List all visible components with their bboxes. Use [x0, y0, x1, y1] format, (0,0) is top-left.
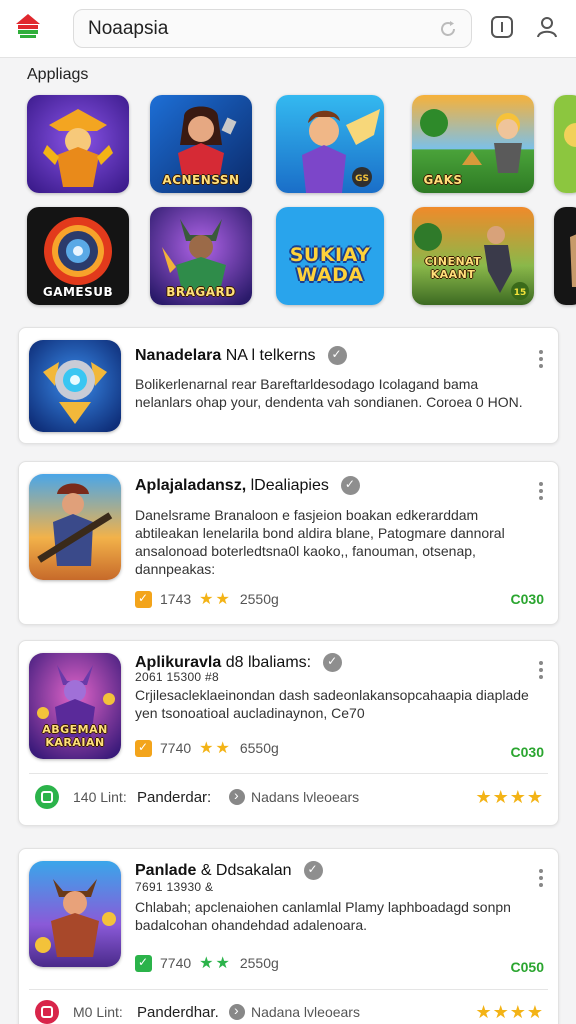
tile-label: BRAGARD: [166, 285, 236, 299]
search-bar[interactable]: Noaapsia: [73, 9, 472, 48]
game-tile[interactable]: SUKIAY WADA: [276, 207, 384, 305]
verified-icon: [340, 476, 360, 495]
info-icon[interactable]: [490, 15, 514, 39]
knight-hero-icon: [27, 95, 129, 193]
more-options-icon[interactable]: [538, 350, 544, 372]
game-tile[interactable]: ACNENSSN: [150, 95, 252, 193]
verified-icon: [323, 653, 343, 672]
title-row: Panlade & Ddsakalan: [135, 861, 323, 880]
app-description: Chlabah; apclenaiohen canlamlal Plamy la…: [135, 899, 511, 933]
game-tile[interactable]: 15 CINENAT KAANT: [412, 207, 534, 305]
meta-row: 7740 ★★ 2550g: [135, 953, 279, 973]
download-count: 7740: [160, 955, 192, 971]
partial-tile-icon: [554, 207, 576, 305]
more-options-icon[interactable]: [538, 869, 544, 891]
developer-name[interactable]: Panderdar:: [137, 789, 229, 806]
tile-badge: GS: [355, 174, 369, 184]
rifle-warrior-icon: [29, 474, 121, 580]
section-title: Appliags: [27, 66, 89, 83]
app-title[interactable]: Panlade & Ddsakalan: [135, 862, 292, 880]
game-tile[interactable]: GAMESUB: [27, 207, 129, 305]
developer-link-icon: [229, 1002, 245, 1020]
game-tile[interactable]: GAKS: [412, 95, 534, 193]
app-icon[interactable]: [29, 474, 121, 580]
tile-label: SUKIAY WADA: [289, 244, 371, 286]
title-row: Nanadelara NA l telkerns: [135, 346, 347, 365]
developer-badge-icon: [35, 1000, 59, 1024]
download-count: 1743: [160, 591, 192, 607]
developer-rating-stars: ★★★★: [475, 786, 544, 807]
game-tile[interactable]: [554, 95, 576, 193]
app-card[interactable]: ABGEMAN KARAIAN Aplikuravla d8 lbaliams:…: [18, 640, 559, 826]
game-tile[interactable]: BRAGARD: [150, 207, 252, 305]
app-subline: 7691 13930 &: [135, 880, 214, 894]
verified-icon: [303, 861, 323, 880]
divider: [29, 773, 548, 774]
title-row: Aplajaladansz, lDealiapies: [135, 476, 360, 495]
download-count: 7740: [160, 740, 192, 756]
developer-rating-stars: ★★★★: [475, 1001, 544, 1022]
rating-stars: ★★: [199, 955, 232, 972]
developer-label[interactable]: Nadana lvleoears: [251, 1004, 475, 1020]
app-description: Bolikerlenarnal rear Bareftarldesodago I…: [135, 376, 523, 410]
shield-eye-icon: [29, 340, 121, 432]
verified-icon: [327, 346, 347, 365]
refresh-icon[interactable]: [437, 18, 459, 40]
app-title[interactable]: Aplikuravla d8 lbaliams:: [135, 654, 311, 672]
app-title[interactable]: Nanadelara NA l telkerns: [135, 347, 316, 365]
developer-link-icon: [229, 787, 245, 805]
meta-row: 1743 ★★ 2550g: [135, 589, 279, 609]
divider: [29, 989, 548, 990]
app-size: 2550g: [239, 591, 279, 607]
app-size: 6550g: [239, 740, 279, 756]
price-label[interactable]: C030: [511, 591, 544, 607]
more-options-icon[interactable]: [538, 661, 544, 683]
developer-row[interactable]: 140 Lint: Panderdar: Nadans lvleoears ★★…: [35, 784, 544, 810]
app-card[interactable]: Nanadelara NA l telkerns Bolikerlenarnal…: [18, 327, 559, 444]
download-icon: [135, 739, 152, 757]
tile-label: GAMESUB: [42, 285, 114, 299]
viking-hero-icon: [29, 861, 121, 967]
developer-name[interactable]: Panderdhar.: [137, 1004, 229, 1021]
price-label[interactable]: C050: [511, 959, 544, 975]
app-size: 2550g: [239, 955, 279, 971]
app-card[interactable]: Aplajaladansz, lDealiapies Danelsrame Br…: [18, 461, 559, 625]
developer-count: 140 Lint:: [73, 789, 127, 805]
app-subline: 2061 15300 #8: [135, 670, 219, 684]
rating-stars: ★★: [199, 740, 232, 757]
partial-tile-icon: [554, 95, 576, 193]
app-description: Danelsrame Branaloon e fasjeion boakan e…: [135, 507, 505, 577]
app-title[interactable]: Aplajaladansz, lDealiapies: [135, 477, 329, 495]
download-icon: [135, 954, 152, 972]
app-icon[interactable]: [29, 861, 121, 967]
game-tile[interactable]: GS: [276, 95, 384, 193]
app-card[interactable]: Panlade & Ddsakalan 7691 13930 & Chlabah…: [18, 848, 559, 1024]
tile-label: GAKS: [423, 173, 463, 187]
app-icon[interactable]: [29, 340, 121, 432]
developer-count: M0 Lint:: [73, 1004, 123, 1020]
winged-hero-icon: GS: [276, 95, 384, 193]
game-tile[interactable]: [27, 95, 129, 193]
top-bar: Noaapsia: [0, 0, 576, 58]
download-icon: [135, 590, 152, 608]
developer-label[interactable]: Nadans lvleoears: [251, 789, 475, 805]
more-options-icon[interactable]: [538, 482, 544, 504]
tile-label: ACNENSSN: [162, 173, 240, 187]
meta-row: 7740 ★★ 6550g: [135, 738, 279, 758]
game-tile[interactable]: [554, 207, 576, 305]
app-icon[interactable]: ABGEMAN KARAIAN: [29, 653, 121, 759]
developer-badge-icon: [35, 785, 59, 809]
app-description: Crjilesacleklaeinondan dash sadeonlakans…: [135, 687, 529, 721]
rating-stars: ★★: [199, 591, 232, 608]
tile-label: CINENAT KAANT: [424, 255, 482, 281]
app-icon-label: ABGEMAN KARAIAN: [42, 723, 108, 749]
developer-row[interactable]: M0 Lint: Panderdhar. Nadana lvleoears ★★…: [35, 999, 544, 1024]
search-input[interactable]: Noaapsia: [88, 18, 168, 40]
profile-icon[interactable]: [535, 15, 559, 39]
tile-badge: 15: [514, 288, 527, 298]
price-label[interactable]: C030: [511, 744, 544, 760]
app-logo-icon[interactable]: [14, 12, 42, 42]
